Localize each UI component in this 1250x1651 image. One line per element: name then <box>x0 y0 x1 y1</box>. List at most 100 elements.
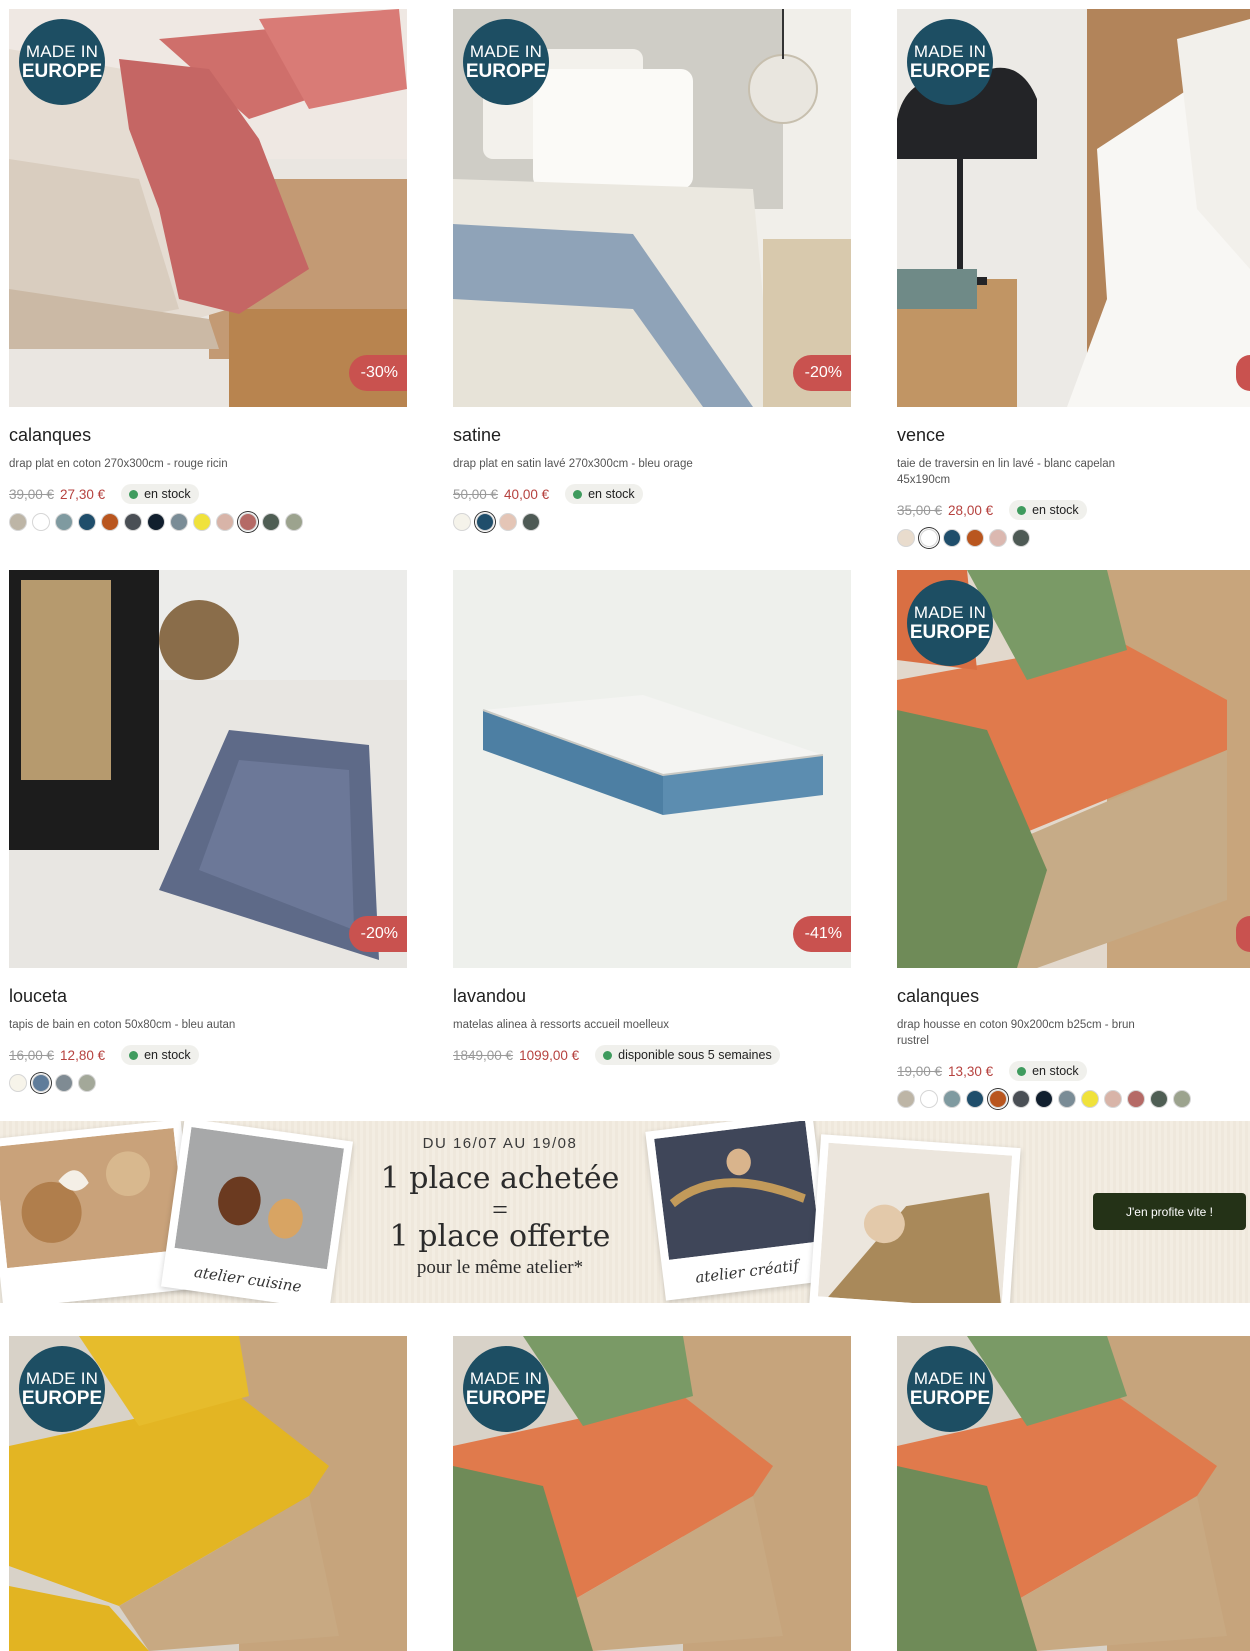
color-swatch[interactable] <box>920 529 938 547</box>
product-card[interactable]: MADE IN EUROPE <box>897 1336 1250 1651</box>
color-swatch[interactable] <box>55 513 73 531</box>
color-swatch[interactable] <box>1081 1090 1099 1108</box>
color-swatch[interactable] <box>1012 529 1030 547</box>
product-card[interactable]: MADE IN EUROPE <box>453 1336 851 1651</box>
product-image[interactable]: MADE IN EUROPE <box>9 1336 407 1651</box>
color-swatch[interactable] <box>943 529 961 547</box>
color-swatch[interactable] <box>1104 1090 1122 1108</box>
made-in-europe-badge: MADE IN EUROPE <box>19 19 105 105</box>
product-title[interactable]: lavandou <box>453 986 851 1007</box>
product-card[interactable]: MADE IN EUROPE -20% satine drap plat en … <box>453 9 851 531</box>
color-swatch[interactable] <box>499 513 517 531</box>
badge-line-1: MADE IN <box>913 1369 987 1388</box>
color-swatch[interactable] <box>1012 1090 1030 1108</box>
product-image[interactable]: MADE IN EUROPE <box>897 1336 1250 1651</box>
product-description: drap plat en coton 270x300cm - rouge ric… <box>9 458 228 470</box>
color-swatch[interactable] <box>285 513 303 531</box>
color-swatch[interactable] <box>1058 1090 1076 1108</box>
color-swatch[interactable] <box>55 1074 73 1092</box>
color-swatch[interactable] <box>966 1090 984 1108</box>
product-title[interactable]: calanques <box>9 425 407 446</box>
color-swatch[interactable] <box>78 513 96 531</box>
stock-status: en stock <box>121 484 199 504</box>
color-swatch[interactable] <box>124 513 142 531</box>
stock-label: en stock <box>144 487 191 501</box>
stock-dot-icon <box>603 1050 613 1060</box>
stock-dot-icon <box>129 489 139 499</box>
color-swatch[interactable] <box>1035 1090 1053 1108</box>
product-image[interactable]: MADE IN EUROPE <box>897 570 1250 968</box>
new-price: 1099,00 € <box>519 1047 580 1063</box>
badge-line-1: MADE IN <box>25 42 99 61</box>
badge-line-1: MADE IN <box>25 1369 99 1388</box>
product-card[interactable]: MADE IN EUROPE vence taie de traversin e… <box>897 9 1250 547</box>
color-swatches <box>9 1074 407 1092</box>
product-card[interactable]: -41% lavandou matelas alinea à ressorts … <box>453 570 851 1065</box>
product-image[interactable]: MADE IN EUROPE -30% <box>9 9 407 407</box>
color-swatch[interactable] <box>920 1090 938 1108</box>
product-image[interactable]: MADE IN EUROPE -20% <box>453 9 851 407</box>
stock-dot-icon <box>129 1050 139 1060</box>
made-in-europe-badge: MADE IN EUROPE <box>19 1346 105 1432</box>
color-swatch[interactable] <box>1127 1090 1145 1108</box>
product-title[interactable]: calanques <box>897 986 1250 1007</box>
cuisine-photo <box>174 1127 344 1270</box>
color-swatch[interactable] <box>170 513 188 531</box>
badge-line-1: MADE IN <box>469 1369 543 1388</box>
color-swatch[interactable] <box>989 1090 1007 1108</box>
price-row: 39,00 € 27,30 € en stock <box>9 484 407 504</box>
promo-cta-button[interactable]: J'en profite vite ! <box>1093 1193 1246 1230</box>
color-swatch[interactable] <box>522 513 540 531</box>
color-swatch[interactable] <box>1150 1090 1168 1108</box>
color-swatch[interactable] <box>897 529 915 547</box>
price-row: 1849,00 € 1099,00 € disponible sous 5 se… <box>453 1045 851 1065</box>
color-swatch[interactable] <box>101 513 119 531</box>
price-row: 19,00 € 13,30 € en stock <box>897 1061 1250 1081</box>
badge-line-1: MADE IN <box>913 603 987 622</box>
price-row: 35,00 € 28,00 € en stock <box>897 500 1250 520</box>
color-swatch[interactable] <box>78 1074 96 1092</box>
color-swatch[interactable] <box>1173 1090 1191 1108</box>
old-price: 39,00 € <box>9 486 55 502</box>
color-swatch[interactable] <box>943 1090 961 1108</box>
color-swatch[interactable] <box>897 1090 915 1108</box>
photo-flowers <box>809 1134 1021 1303</box>
stock-status: en stock <box>565 484 643 504</box>
cupcake-photo <box>0 1128 187 1269</box>
color-swatch[interactable] <box>9 1074 27 1092</box>
color-swatch[interactable] <box>147 513 165 531</box>
color-swatch[interactable] <box>453 513 471 531</box>
color-swatch[interactable] <box>32 513 50 531</box>
promo-dates: DU 16/07 AU 19/08 <box>422 1135 578 1152</box>
product-card[interactable]: MADE IN EUROPE calanques drap housse en … <box>897 570 1250 1108</box>
color-swatch[interactable] <box>193 513 211 531</box>
promo-banner[interactable]: atelier cuisine DU 16/07 AU 19/08 1 plac… <box>0 1121 1250 1303</box>
product-title[interactable]: louceta <box>9 986 407 1007</box>
color-swatch[interactable] <box>32 1074 50 1092</box>
badge-line-2: EUROPE <box>909 622 991 643</box>
color-swatch[interactable] <box>239 513 257 531</box>
product-card[interactable]: MADE IN EUROPE <box>9 1336 407 1651</box>
price-row: 16,00 € 12,80 € en stock <box>9 1045 407 1065</box>
stock-dot-icon <box>573 489 583 499</box>
product-card[interactable]: MADE IN EUROPE -30% calanques drap plat … <box>9 9 407 531</box>
product-title[interactable]: vence <box>897 425 1250 446</box>
price-row: 50,00 € 40,00 € en stock <box>453 484 851 504</box>
product-image[interactable]: -20% <box>9 570 407 968</box>
color-swatch[interactable] <box>262 513 280 531</box>
discount-badge <box>1236 916 1250 952</box>
product-card[interactable]: -20% louceta tapis de bain en coton 50x8… <box>9 570 407 1092</box>
product-image[interactable]: MADE IN EUROPE <box>453 1336 851 1651</box>
product-image[interactable]: MADE IN EUROPE <box>897 9 1250 407</box>
product-title[interactable]: satine <box>453 425 851 446</box>
badge-line-2: EUROPE <box>21 1388 103 1409</box>
new-price: 13,30 € <box>948 1063 994 1079</box>
color-swatch[interactable] <box>216 513 234 531</box>
color-swatch[interactable] <box>9 513 27 531</box>
color-swatch[interactable] <box>476 513 494 531</box>
color-swatch[interactable] <box>989 529 1007 547</box>
color-swatch[interactable] <box>966 529 984 547</box>
stock-label: disponible sous 5 semaines <box>618 1048 772 1062</box>
product-image[interactable]: -41% <box>453 570 851 968</box>
photo-atelier-creatif: atelier créatif <box>645 1121 833 1301</box>
